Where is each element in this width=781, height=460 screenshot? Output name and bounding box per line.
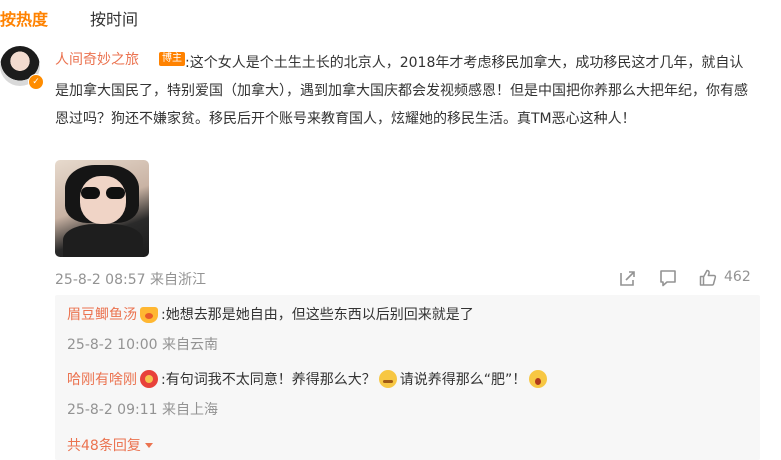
share-icon[interactable] [618,268,638,288]
reply-author[interactable]: 眉豆鲫鱼汤 [67,307,137,323]
more-replies-label: 共48条回复 [67,438,141,454]
tab-by-hotness[interactable]: 按热度 [0,6,48,30]
reply-timestamp: 25-8-2 10:00 来自云南 [67,337,218,353]
reply-item: 眉豆鲫鱼汤 :她想去那是她自由，但这些东西以后别回来就是了 [67,304,474,324]
comment-timestamp: 25-8-2 08:57 来自浙江 [55,272,206,288]
smirk-emoji-icon [378,370,397,388]
like-count: 462 [724,269,751,285]
chevron-down-icon [144,443,153,448]
more-replies-link[interactable]: 共48条回复 [67,435,153,455]
like-icon[interactable] [698,268,718,288]
reply-text: :她想去那是她自由，但这些东西以后别回来就是了 [161,307,474,323]
reply-text: :有句词我不太同意！养得那么大？ [161,372,376,388]
avatar[interactable]: ✓ [0,46,44,90]
verified-badge-icon: ✓ [28,74,44,90]
weibo-badge-icon [140,370,158,388]
reply-list: 眉豆鲫鱼汤 :她想去那是她自由，但这些东西以后别回来就是了 25-8-2 10:0… [55,295,760,460]
reply-author[interactable]: 哈刚有啥刚 [67,372,137,388]
comment-image[interactable] [55,160,149,257]
reply-item: 哈刚有啥刚 :有句词我不太同意！养得那么大？ 请说养得那么“肥”！ [67,369,550,389]
tab-by-time[interactable]: 按时间 [90,6,138,30]
sort-tabs: 按热度 按时间 [0,0,781,34]
comment-author[interactable]: 人间奇妙之旅 [55,49,139,69]
comment-actions: 462 [618,268,758,288]
crown-badge-icon [140,307,158,323]
blogger-badge: 博主 [159,52,185,66]
comment-icon[interactable] [658,268,678,288]
reply-timestamp: 25-8-2 09:11 来自上海 [67,402,218,418]
reply-text-continued: 请说养得那么“肥”！ [399,372,527,388]
surprised-emoji-icon [529,370,548,388]
